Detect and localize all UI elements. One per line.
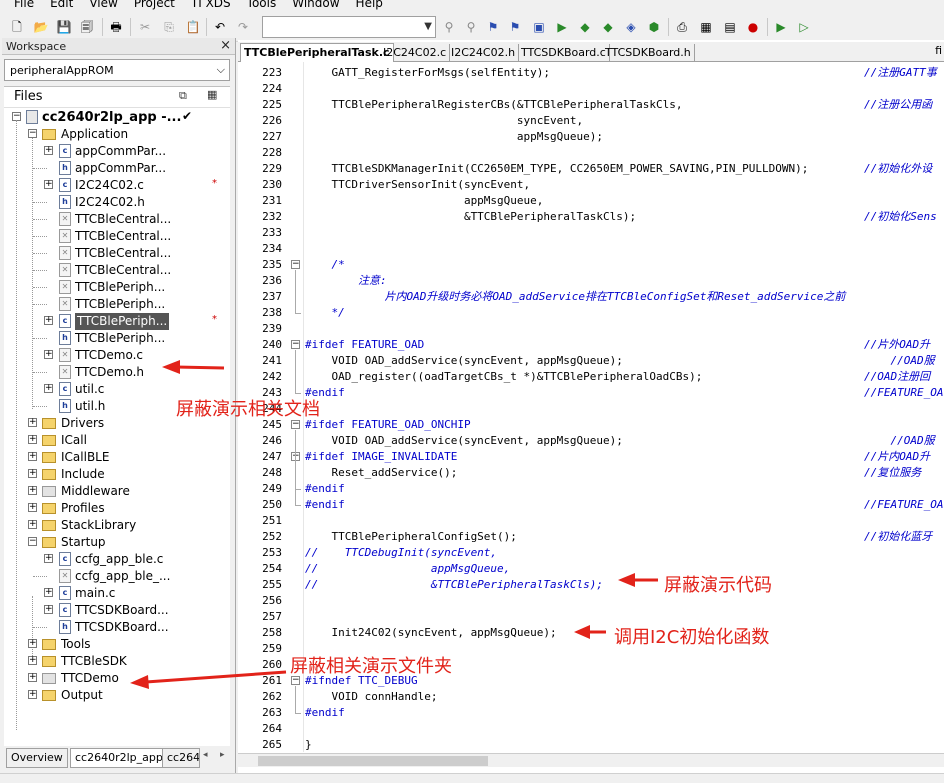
annotation-arrows: [130, 360, 658, 689]
arrow-code-head: [618, 573, 635, 587]
arrow-i2c-head: [574, 625, 590, 639]
arrow-docs: [175, 365, 225, 370]
ide-window: File Edit View Project TI XDS Tools Window Help…: [0, 0, 944, 783]
arrow-docs-head: [162, 360, 180, 374]
arrow-folder-head: [130, 675, 149, 689]
arrow-folder: [145, 670, 287, 684]
